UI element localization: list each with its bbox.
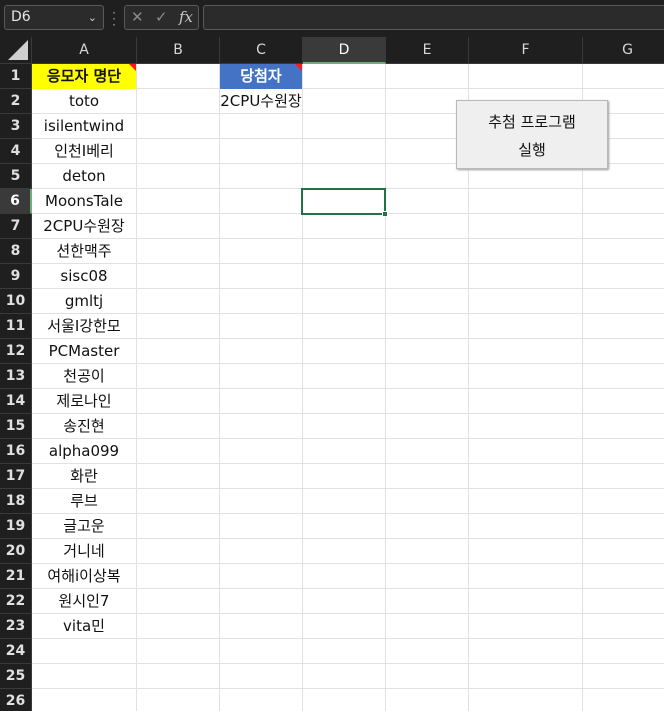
applicant-list-header: 응모자 명단 <box>46 67 122 85</box>
applicant-cell[interactable]: vita민 <box>32 614 136 639</box>
column-header-f[interactable]: F <box>469 37 583 64</box>
row-header-15[interactable]: 15 <box>0 414 32 439</box>
enter-icon[interactable]: ✓ <box>155 8 168 26</box>
applicant-cell[interactable]: 거니네 <box>32 539 136 564</box>
cancel-icon[interactable]: ✕ <box>131 8 144 26</box>
run-lottery-button-label-line2: 실행 <box>518 141 546 159</box>
column-header-d[interactable]: D <box>303 37 386 64</box>
column-header-c[interactable]: C <box>220 37 303 64</box>
more-options-icon[interactable]: · · · <box>111 7 117 31</box>
row-header-25[interactable]: 25 <box>0 664 32 689</box>
applicant-cell[interactable]: 루브 <box>32 489 136 514</box>
row-header-16[interactable]: 16 <box>0 439 32 464</box>
winner-value: 2CPU수원장 <box>220 92 302 110</box>
applicant-cell[interactable]: 글고운 <box>32 514 136 539</box>
row-header-26[interactable]: 26 <box>0 689 32 711</box>
row-header-10[interactable]: 10 <box>0 289 32 314</box>
cell-a1[interactable]: 응모자 명단 <box>32 64 136 89</box>
column-header-e[interactable]: E <box>386 37 469 64</box>
cell-c1[interactable]: 당첨자 <box>220 64 302 89</box>
applicant-cell[interactable]: 인천I베리 <box>32 139 136 164</box>
formula-bar: D6 ⌄ · · · ✕ ✓ fx <box>0 0 664 37</box>
column-header-b[interactable]: B <box>137 37 220 64</box>
applicant-cell[interactable]: PCMaster <box>32 339 136 364</box>
name-box[interactable]: D6 ⌄ <box>4 5 104 30</box>
row-header-9[interactable]: 9 <box>0 264 32 289</box>
fill-handle[interactable] <box>382 211 388 217</box>
select-all-icon <box>8 40 28 60</box>
row-header-14[interactable]: 14 <box>0 389 32 414</box>
applicant-cell[interactable]: 션한맥주 <box>32 239 136 264</box>
gridline <box>32 688 664 689</box>
row-header-8[interactable]: 8 <box>0 239 32 264</box>
name-box-value: D6 <box>11 9 31 25</box>
row-header-20[interactable]: 20 <box>0 539 32 564</box>
row-header-7[interactable]: 7 <box>0 214 32 239</box>
applicant-cell[interactable]: 여해i이상복 <box>32 564 136 589</box>
spreadsheet-grid[interactable]: A B C D E F G 1 2 3 4 5 6 7 8 9 10 11 12 13 14 15 16 17 1… <box>0 37 664 711</box>
row-header-17[interactable]: 17 <box>0 464 32 489</box>
row-header-5[interactable]: 5 <box>0 164 32 189</box>
row-header-1[interactable]: 1 <box>0 64 32 89</box>
applicant-cell[interactable]: 2CPU수원장 <box>32 214 136 239</box>
select-all-button[interactable] <box>0 37 32 64</box>
applicant-cell[interactable]: isilentwind <box>32 114 136 139</box>
row-header-19[interactable]: 19 <box>0 514 32 539</box>
applicant-cell[interactable]: 서울I강한모 <box>32 314 136 339</box>
applicant-cell[interactable]: 천공이 <box>32 364 136 389</box>
row-header-2[interactable]: 2 <box>0 89 32 114</box>
applicant-cell[interactable]: alpha099 <box>32 439 136 464</box>
row-header-12[interactable]: 12 <box>0 339 32 364</box>
row-header-3[interactable]: 3 <box>0 114 32 139</box>
chevron-down-icon[interactable]: ⌄ <box>88 6 97 29</box>
row-header-23[interactable]: 23 <box>0 614 32 639</box>
winner-header: 당첨자 <box>240 67 282 85</box>
applicant-cell[interactable]: MoonsTale <box>32 189 136 214</box>
row-header-13[interactable]: 13 <box>0 364 32 389</box>
applicant-cell[interactable]: sisc08 <box>32 264 136 289</box>
applicant-cell[interactable]: 송진현 <box>32 414 136 439</box>
run-lottery-button[interactable]: 추첨 프로그램 실행 <box>456 100 608 169</box>
row-header-22[interactable]: 22 <box>0 589 32 614</box>
formula-input[interactable] <box>203 5 664 30</box>
comment-indicator-icon[interactable] <box>295 64 302 71</box>
row-header-4[interactable]: 4 <box>0 139 32 164</box>
row-header-6[interactable]: 6 <box>0 189 32 214</box>
applicant-cell[interactable]: toto <box>32 89 136 114</box>
active-cell-d6[interactable] <box>301 188 386 215</box>
applicant-cell[interactable]: 화란 <box>32 464 136 489</box>
cell-c2[interactable]: 2CPU수원장 <box>220 89 302 114</box>
row-header-24[interactable]: 24 <box>0 639 32 664</box>
formula-actions: ✕ ✓ fx <box>124 5 199 30</box>
comment-indicator-icon[interactable] <box>129 64 136 71</box>
row-header-11[interactable]: 11 <box>0 314 32 339</box>
column-header-g[interactable]: G <box>583 37 664 64</box>
applicant-cell[interactable]: 제로나인 <box>32 389 136 414</box>
applicant-cell[interactable]: deton <box>32 164 136 189</box>
insert-function-icon[interactable]: fx <box>179 8 193 26</box>
gridline <box>32 663 664 664</box>
row-header-18[interactable]: 18 <box>0 489 32 514</box>
run-lottery-button-label-line1: 추첨 프로그램 <box>488 113 576 131</box>
row-header-21[interactable]: 21 <box>0 564 32 589</box>
column-header-a[interactable]: A <box>32 37 137 64</box>
applicant-cell[interactable]: gmltj <box>32 289 136 314</box>
applicant-cell[interactable]: 원시인7 <box>32 589 136 614</box>
